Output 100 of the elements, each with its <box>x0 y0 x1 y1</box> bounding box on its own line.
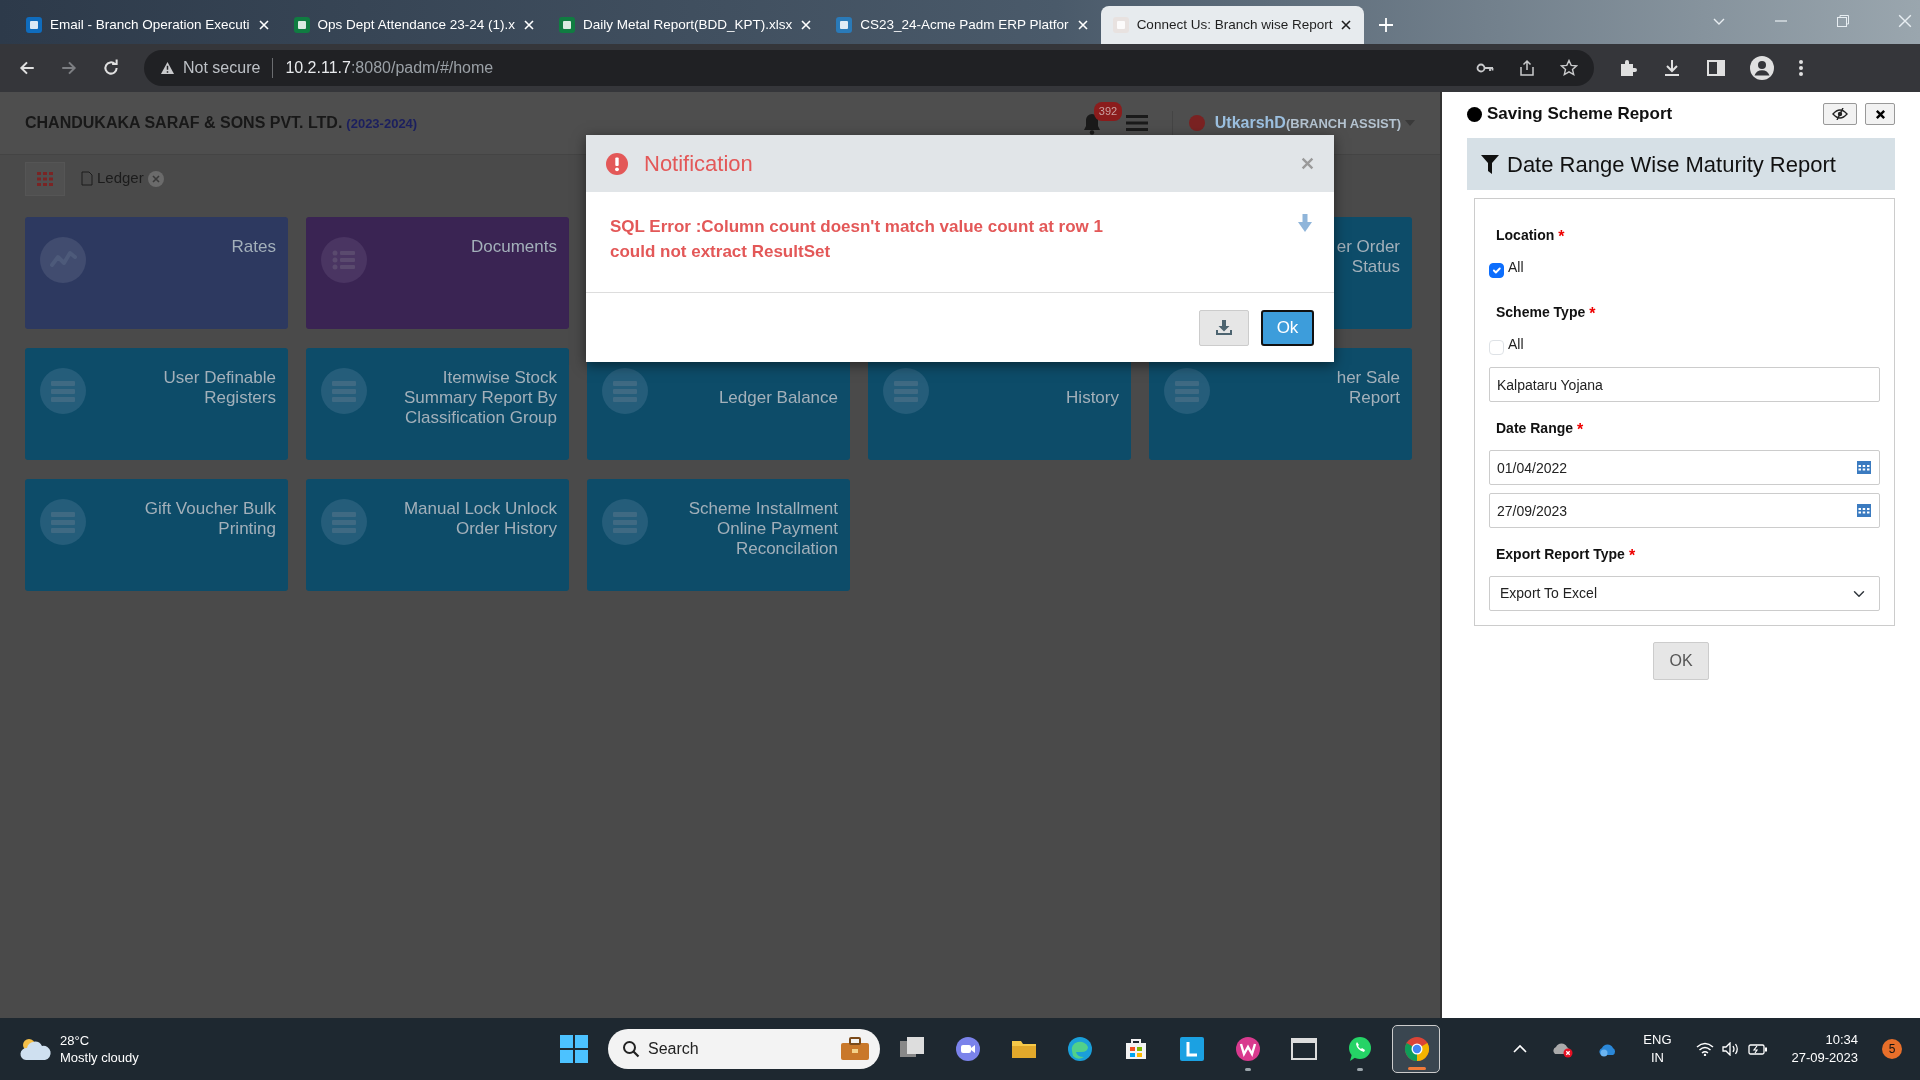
back-icon[interactable] <box>18 59 36 77</box>
tile-title: Gift Voucher Bulk Printing <box>143 499 276 539</box>
ok-button[interactable]: OK <box>1653 642 1709 680</box>
select-field[interactable]: Export To Excel <box>1489 576 1880 611</box>
browser-tab[interactable]: Daily Metal Report(BDD_KPT).xlsx <box>546 6 825 44</box>
date-field[interactable]: 01/04/2022 <box>1489 450 1880 485</box>
region-label[interactable]: IN <box>1643 1049 1672 1067</box>
chevron-up-icon[interactable] <box>1513 1044 1528 1054</box>
tile-title: Manual Lock Unlock Order History <box>402 499 557 539</box>
round-logo-icon[interactable] <box>1403 1035 1431 1063</box>
user-menu[interactable]: UtkarshD(BRANCH ASSIST) <box>1214 111 1401 135</box>
briefcase-icon <box>840 1037 870 1061</box>
tile-title: Rates <box>230 237 276 257</box>
tile-title: Documents <box>470 237 557 257</box>
status-dot-icon <box>1188 115 1205 131</box>
document-icon <box>81 171 93 186</box>
share-icon[interactable] <box>1518 59 1536 77</box>
taskbar-button[interactable] <box>1392 1025 1440 1073</box>
clock-date[interactable]: 27-09-2023 <box>1791 1049 1858 1067</box>
star-icon[interactable] <box>1560 59 1578 77</box>
warning-icon <box>160 61 175 75</box>
report-tile[interactable]: Rates <box>25 217 288 329</box>
tile-icon <box>40 237 86 283</box>
cloud-icon <box>18 1036 52 1062</box>
weather-text: Mostly cloudy <box>60 1049 139 1066</box>
language-label[interactable]: ENG <box>1643 1031 1672 1049</box>
new-tab-icon[interactable] <box>1378 17 1395 33</box>
reload-icon[interactable] <box>102 59 120 77</box>
clock-time[interactable]: 10:34 <box>1791 1031 1858 1049</box>
checkbox[interactable] <box>1489 263 1504 278</box>
profile-icon[interactable] <box>1750 56 1774 80</box>
required-mark: * <box>1589 304 1596 324</box>
report-tile[interactable]: Documents <box>306 217 569 329</box>
tile-icon <box>883 368 929 414</box>
required-mark: * <box>1558 227 1565 247</box>
search-field[interactable]: Search <box>608 1029 880 1069</box>
filter-icon <box>1481 154 1499 174</box>
browser-tab[interactable]: CS23_24-Acme Padm ERP Platfor <box>824 6 1101 44</box>
puzzle-icon[interactable] <box>1618 58 1638 78</box>
required-mark: * <box>1577 420 1584 440</box>
close-icon[interactable] <box>1340 19 1353 31</box>
address-bar[interactable]: Not secure 10.2.11.7:8080/padm/#/home <box>144 50 1594 86</box>
field-label: Date Range <box>1496 419 1574 438</box>
battery-icon[interactable] <box>1747 1042 1768 1056</box>
report-tile[interactable]: Itemwise Stock Summary Report By Classification Group <box>306 348 569 460</box>
tile-icon <box>602 499 648 545</box>
tile-title: er Order Status <box>1335 237 1400 277</box>
sidebar-icon[interactable] <box>1706 58 1726 78</box>
browser-icon[interactable] <box>1066 1035 1094 1063</box>
tile-icon <box>602 368 648 414</box>
letter-tile-icon[interactable] <box>1178 1035 1206 1063</box>
required-mark: * <box>1628 546 1636 566</box>
browser-tab[interactable]: Email - Branch Operation Executi <box>14 6 282 44</box>
report-tile[interactable]: Manual Lock Unlock Order History <box>306 479 569 591</box>
calendar-icon[interactable] <box>1857 460 1871 474</box>
wifi-icon[interactable] <box>1695 1042 1714 1056</box>
download-button[interactable] <box>1199 309 1249 346</box>
tile-icon <box>40 499 86 545</box>
start-icon[interactable] <box>560 1035 588 1063</box>
report-tile[interactable]: Gift Voucher Bulk Printing <box>25 479 288 591</box>
download-icon <box>1215 319 1233 336</box>
search-icon <box>622 1040 640 1058</box>
speaker-icon[interactable] <box>1721 1042 1740 1056</box>
field-label: Location <box>1496 226 1555 245</box>
report-tile[interactable]: her Sale Report <box>1149 348 1412 460</box>
checkbox-label: All <box>1508 258 1524 277</box>
chat-bubble-icon[interactable] <box>1346 1035 1374 1063</box>
close-icon <box>1874 108 1886 120</box>
tile-title: Scheme Installment Online Payment Reconcilation <box>687 499 838 559</box>
download-icon[interactable] <box>1662 58 1682 78</box>
search-placeholder: Search <box>648 1039 699 1059</box>
field-label: Scheme Type <box>1496 303 1586 322</box>
tile-icon <box>321 237 367 283</box>
tile-title: Ledger Balance <box>717 387 838 408</box>
tile-icon <box>321 368 367 414</box>
video-chat-icon[interactable] <box>954 1035 982 1063</box>
tile-title: User Definable Registers <box>162 368 276 408</box>
bullet-icon <box>1467 106 1482 122</box>
date-field[interactable]: 27/09/2023 <box>1489 493 1880 528</box>
calendar-icon[interactable] <box>1857 503 1871 517</box>
panel-title: Saving Scheme Report <box>1487 103 1673 126</box>
close-icon[interactable] <box>522 19 535 31</box>
browser-tab[interactable]: Connect Us: Branch wise Report <box>1100 6 1365 44</box>
tile-icon <box>321 499 367 545</box>
window-icon[interactable] <box>1290 1035 1318 1063</box>
hide-button[interactable] <box>1823 103 1857 125</box>
report-title: Date Range Wise Maturity Report <box>1507 150 1836 179</box>
text-field[interactable]: Kalpataru Yojana <box>1489 367 1880 402</box>
notification-badge[interactable]: 5 <box>1882 1039 1902 1059</box>
report-tile[interactable]: Scheme Installment Online Payment Reconcilation <box>587 479 850 591</box>
url-text: 10.2.11.7:8080/padm/#/home <box>285 58 494 78</box>
more-icon[interactable] <box>1798 58 1804 78</box>
app-badge-icon[interactable] <box>1234 1035 1262 1063</box>
notification-count: 392 <box>1093 102 1123 121</box>
grid-icon <box>37 171 53 186</box>
security-label: Not secure <box>183 58 261 78</box>
browser-tab[interactable]: Ops Dept Attendance 23-24 (1).x <box>281 6 547 44</box>
close-button[interactable] <box>1865 103 1895 125</box>
cloud-error-icon[interactable] <box>1551 1040 1574 1058</box>
report-tile[interactable]: User Definable Registers <box>25 348 288 460</box>
